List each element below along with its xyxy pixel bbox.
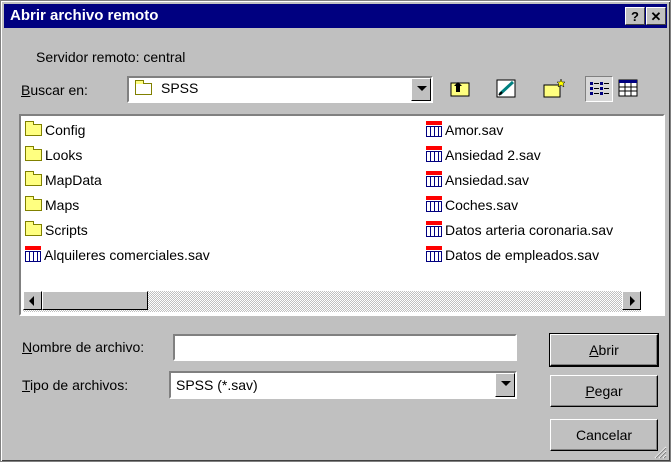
sav-file-icon (426, 121, 442, 137)
sav-file-icon (426, 221, 442, 237)
open-remote-file-dialog: Abrir archivo remoto ? ✕ Servidor remoto… (0, 0, 671, 462)
details-view-button[interactable] (615, 76, 643, 102)
sav-file-icon (426, 146, 442, 162)
file-name: Amor.sav (445, 122, 504, 138)
list-view-icon (590, 82, 609, 95)
look-in-label: Buscar en: (21, 82, 88, 98)
file-name: Looks (45, 147, 83, 163)
file-list-item[interactable]: MapData (25, 168, 102, 192)
folder-icon (25, 196, 42, 211)
file-name: Maps (45, 197, 80, 213)
help-button[interactable]: ? (625, 7, 645, 25)
file-list-item[interactable]: Maps (25, 193, 79, 217)
folder-icon (25, 121, 42, 136)
sav-file-icon (426, 171, 442, 187)
file-list-item[interactable]: Config (25, 118, 85, 142)
up-folder-icon (450, 82, 470, 97)
file-list-item[interactable]: Amor.sav (426, 118, 503, 142)
sav-file-icon (426, 196, 442, 212)
scroll-left-button[interactable] (23, 291, 42, 310)
list-view-button[interactable] (585, 76, 613, 102)
file-list-item[interactable]: Scripts (25, 218, 88, 242)
server-label: Servidor remoto: central (36, 49, 186, 65)
file-list-item[interactable]: Ansiedad 2.sav (426, 143, 541, 167)
file-name: Ansiedad 2.sav (445, 147, 541, 163)
file-name: Ansiedad.sav (445, 172, 530, 188)
edit-button[interactable] (493, 76, 521, 102)
file-name: Config (45, 122, 86, 138)
sav-file-icon (426, 246, 442, 262)
look-in-combobox[interactable]: SPSS (127, 76, 433, 103)
close-button[interactable]: ✕ (646, 7, 666, 25)
arrow-right-icon (630, 296, 635, 306)
paste-button[interactable]: Pegar (550, 375, 658, 407)
arrow-left-icon (29, 296, 34, 306)
open-button[interactable]: Abrir (549, 333, 659, 367)
file-list-item[interactable]: Datos de empleados.sav (426, 243, 599, 267)
file-name: Datos de empleados.sav (445, 247, 600, 263)
file-list-item[interactable]: Coches.sav (426, 193, 518, 217)
file-list-item[interactable]: Looks (25, 143, 82, 167)
folder-icon (25, 171, 42, 186)
look-in-value: SPSS (161, 80, 199, 96)
folder-icon (25, 221, 42, 236)
file-list-item[interactable]: Alquileres comerciales.sav (25, 243, 210, 267)
horizontal-scrollbar[interactable] (23, 291, 641, 312)
folder-open-icon (135, 80, 155, 97)
file-name-label: Nombre de archivo: (22, 339, 145, 355)
file-name: Coches.sav (445, 197, 519, 213)
file-list-item[interactable]: Datos arteria coronaria.sav (426, 218, 613, 242)
file-name: Scripts (45, 222, 88, 238)
file-list-item[interactable]: Ansiedad.sav (426, 168, 529, 192)
up-folder-button[interactable] (447, 76, 475, 102)
file-type-value: SPSS (*.sav) (176, 377, 258, 393)
file-name: Alquileres comerciales.sav (44, 247, 210, 263)
new-folder-button[interactable] (541, 76, 569, 102)
look-in-dropdown-arrow[interactable] (411, 78, 431, 101)
file-name: Datos arteria coronaria.sav (445, 222, 614, 238)
title-bar: Abrir archivo remoto ? ✕ (4, 4, 667, 28)
new-folder-icon (543, 78, 566, 98)
scroll-right-button[interactable] (622, 291, 641, 310)
resize-grip-icon[interactable] (653, 445, 667, 459)
file-type-dropdown-arrow[interactable] (495, 373, 515, 397)
sav-file-icon (25, 246, 41, 262)
file-type-label: Tipo de archivos: (22, 377, 129, 393)
folder-icon (25, 146, 42, 161)
file-name-input[interactable] (173, 334, 517, 361)
details-view-icon (618, 79, 638, 97)
cancel-button[interactable]: Cancelar (550, 419, 658, 451)
file-list[interactable]: Config Looks MapData Maps Scripts Alquileres … (19, 114, 665, 316)
edit-icon (496, 79, 516, 98)
file-name: MapData (45, 172, 102, 188)
file-type-combobox[interactable]: SPSS (*.sav) (169, 371, 517, 399)
dialog-title: Abrir archivo remoto (10, 7, 159, 24)
scroll-thumb[interactable] (42, 291, 148, 310)
